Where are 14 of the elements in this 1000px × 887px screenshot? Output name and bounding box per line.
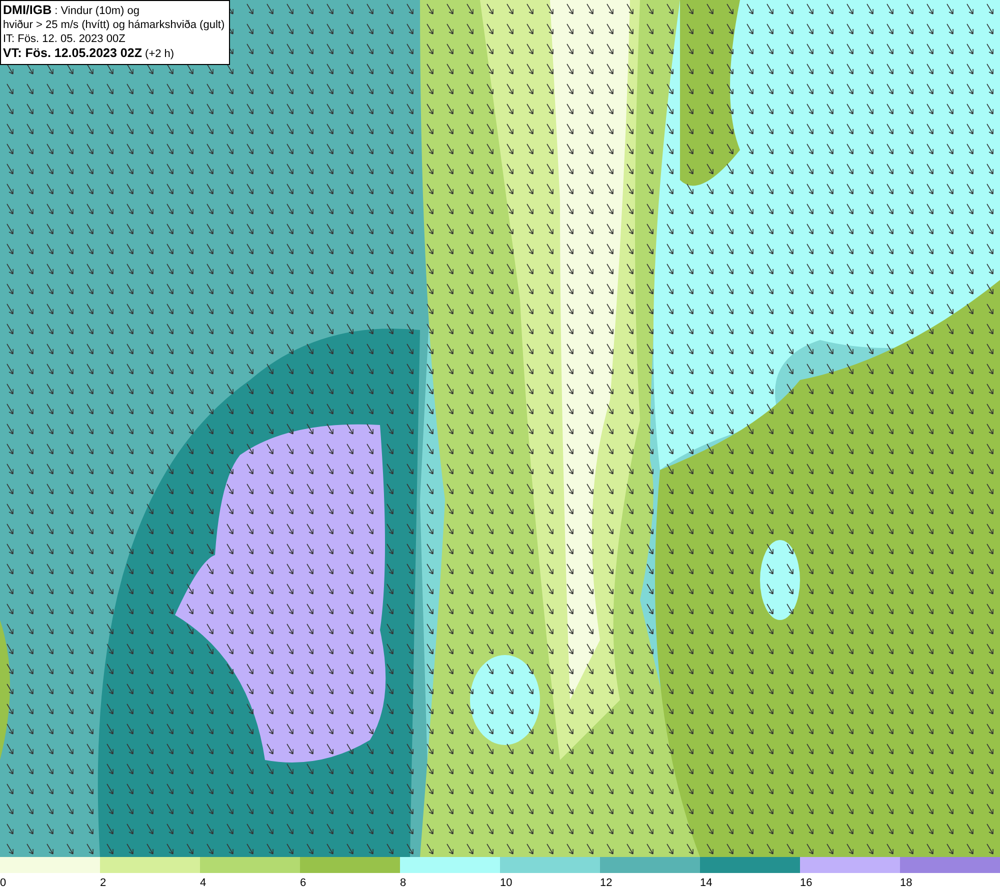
legend-label: 16 — [800, 877, 812, 887]
info-text: DMI/IGB : Vindur (10m) og — [3, 3, 140, 18]
legend-label: 12 — [600, 877, 612, 887]
info-text: hviður > 25 m/s (hvítt) og hámarkshviða (gult) — [3, 18, 225, 32]
legend-label: 6 — [300, 877, 306, 887]
legend-label: 10 — [500, 877, 512, 887]
legend-label: 4 — [200, 877, 206, 887]
info-text: VT: Fös. 12.05.2023 02Z (+2 h) — [3, 46, 176, 61]
legend-label: 14 — [700, 877, 712, 887]
legend-label: 0 — [0, 877, 6, 887]
legend-label: 2 — [100, 877, 106, 887]
legend-label: 8 — [400, 877, 406, 887]
legend-label: 18 — [900, 877, 912, 887]
info-text: IT: Fös. 12. 05. 2023 00Z — [3, 32, 126, 46]
